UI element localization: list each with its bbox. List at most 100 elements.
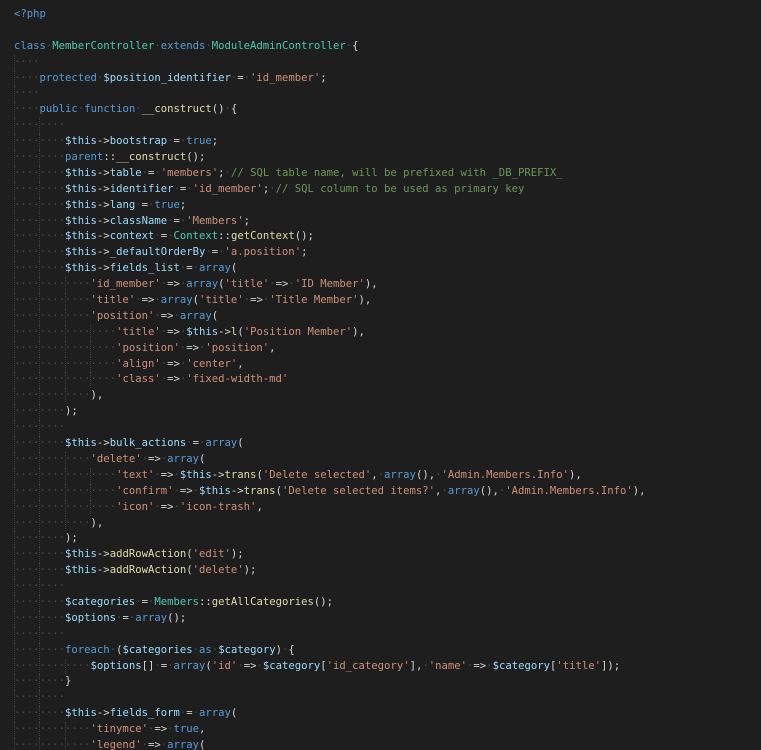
code-token-plain: -> [96, 707, 110, 720]
code-token-plain: , [199, 723, 206, 736]
code-line[interactable]: <?php [0, 7, 761, 23]
indent-guide [14, 277, 15, 294]
indent-guide [90, 340, 92, 357]
code-line[interactable]: ········ [0, 690, 761, 707]
code-line[interactable]: ········); [0, 531, 761, 548]
code-line[interactable]: ················'title'·=>·$this->l('Pos… [0, 324, 761, 341]
code-line[interactable]: ················'align'·=>·'center', [0, 356, 761, 373]
indent-guide [14, 388, 15, 405]
code-editor[interactable]: <?php class·MemberController·extends·Modu… [0, 0, 761, 750]
code-token-var: $category [262, 659, 321, 672]
code-line[interactable]: ········$this->identifier·=·'id_member';… [0, 181, 761, 198]
code-line[interactable]: ············$options[]·=·array('id'·=>·$… [0, 658, 761, 675]
code-token-plain: -> [96, 564, 110, 577]
indent-guide [39, 610, 41, 627]
code-line[interactable]: ········ [0, 420, 761, 437]
code-line[interactable]: ···· [0, 54, 761, 71]
code-line[interactable]: ········$this->fields_list·=·array( [0, 261, 761, 278]
code-token-str: 'Delete selected items?' [281, 484, 436, 497]
code-line[interactable]: ············'id_member'·=>·array('title'… [0, 277, 761, 294]
indent-guide [39, 531, 41, 548]
code-token-str: 'align' [116, 357, 161, 370]
indent-guide [64, 483, 66, 500]
code-token-plain: -> [96, 198, 110, 211]
code-token-op: => [179, 484, 193, 497]
code-line[interactable]: ········} [0, 674, 761, 691]
code-line[interactable]: ········$this->bootstrap·=·true; [0, 134, 761, 151]
indent-guide [14, 642, 15, 659]
code-line[interactable]: ········$categories·=·Members::getAllCat… [0, 594, 761, 611]
code-token-str: 'fixed-width-md' [186, 373, 289, 386]
code-token-var: fields_form [109, 707, 180, 720]
code-line[interactable]: ····public·function·__construct()·{ [0, 102, 761, 119]
indent-guide [39, 515, 41, 532]
indent-guide [14, 658, 15, 675]
code-line[interactable]: ········ [0, 118, 761, 135]
code-token-cls: ModuleAdminController [211, 39, 346, 52]
code-line[interactable]: ········$this->fields_form·=·array( [0, 706, 761, 723]
code-line[interactable]: ···· [0, 86, 761, 103]
code-token-var: $this [65, 564, 97, 577]
code-line[interactable]: ········$this->addRowAction('delete'); [0, 563, 761, 580]
code-token-plain: ; [243, 214, 251, 227]
code-token-kw: array [167, 738, 200, 750]
indent-guide [39, 737, 41, 750]
code-line[interactable]: ················'class'·=>·'fixed-width-… [0, 372, 761, 389]
code-line[interactable]: ········); [0, 404, 761, 421]
code-line[interactable]: ············), [0, 388, 761, 405]
code-token-plain: , [237, 357, 244, 370]
code-line[interactable]: class·MemberController·extends·ModuleAdm… [0, 39, 761, 55]
indent-guide [39, 483, 41, 500]
code-line[interactable]: ········$this->lang·=·true; [0, 197, 761, 214]
code-line[interactable]: ············'position'·=>·array( [0, 308, 761, 325]
indent-guide [39, 340, 41, 357]
code-token-plain: -> [96, 214, 110, 227]
code-token-kw: array [205, 437, 238, 450]
code-line[interactable]: ················'position'·=>·'position'… [0, 340, 761, 357]
code-line[interactable]: ············'legend'·=>·array( [0, 737, 761, 750]
code-line[interactable]: ················'confirm'·=>·$this->tran… [0, 483, 761, 500]
code-line[interactable]: ················'icon'·=>·'icon-trash', [0, 499, 761, 516]
code-line[interactable]: ········$this->context·=·Context::getCon… [0, 229, 761, 246]
code-line[interactable]: ····protected·$position_identifier·=·'id… [0, 70, 761, 87]
indent-guide [64, 499, 66, 516]
code-line[interactable]: ········$this->className·=·'Members'; [0, 213, 761, 230]
code-token-plain: (); [313, 595, 333, 608]
indent-guide [14, 54, 15, 71]
code-line[interactable]: ········$options·=·array(); [0, 610, 761, 627]
code-line[interactable]: ········parent::__construct(); [0, 150, 761, 166]
code-line[interactable]: ········ [0, 579, 761, 595]
indent-guide [64, 324, 66, 341]
code-token-var: $options [90, 659, 142, 672]
code-token-str: 'id' [211, 659, 238, 672]
code-line[interactable]: ············'tinymce'·=>·true, [0, 722, 761, 738]
code-line[interactable]: ········$this->addRowAction('edit'); [0, 547, 761, 564]
code-token-var: $this [65, 707, 97, 720]
code-line[interactable]: ············), [0, 515, 761, 532]
code-token-str: 'Admin.Members.Info' [441, 468, 570, 481]
indent-guide [39, 499, 41, 516]
code-line[interactable]: ········$this->_defaultOrderBy·=·'a.posi… [0, 245, 761, 262]
indent-guide [14, 340, 15, 357]
code-token-op: => [243, 659, 257, 672]
code-token-kw: array [199, 707, 231, 720]
indent-guide [39, 706, 41, 723]
code-line[interactable]: ········$this->table·=·'members';·// SQL… [0, 165, 761, 182]
code-line[interactable]: ············'delete'·=>·array( [0, 451, 761, 468]
code-token-op: => [186, 341, 199, 354]
code-line[interactable] [0, 23, 761, 39]
code-token-var: $this [65, 262, 97, 275]
code-token-cls: Context [173, 230, 219, 243]
code-line[interactable]: ········$this->bulk_actions·=·array( [0, 436, 761, 452]
indent-guide [39, 642, 41, 659]
code-line[interactable]: ········ [0, 626, 761, 643]
indent-guide [14, 610, 15, 627]
code-line[interactable]: ········foreach·($categories·as·$categor… [0, 642, 761, 659]
code-token-str: 'Members' [186, 214, 244, 227]
indent-guide [39, 324, 41, 341]
indent-guide [39, 229, 41, 246]
code-token-var: $options [65, 611, 117, 624]
code-line[interactable]: ············'title'·=>·array('title'·=>·… [0, 293, 761, 309]
code-line[interactable]: ················'text'·=>·$this->trans('… [0, 467, 761, 484]
code-token-str: 'icon-trash' [179, 500, 257, 513]
